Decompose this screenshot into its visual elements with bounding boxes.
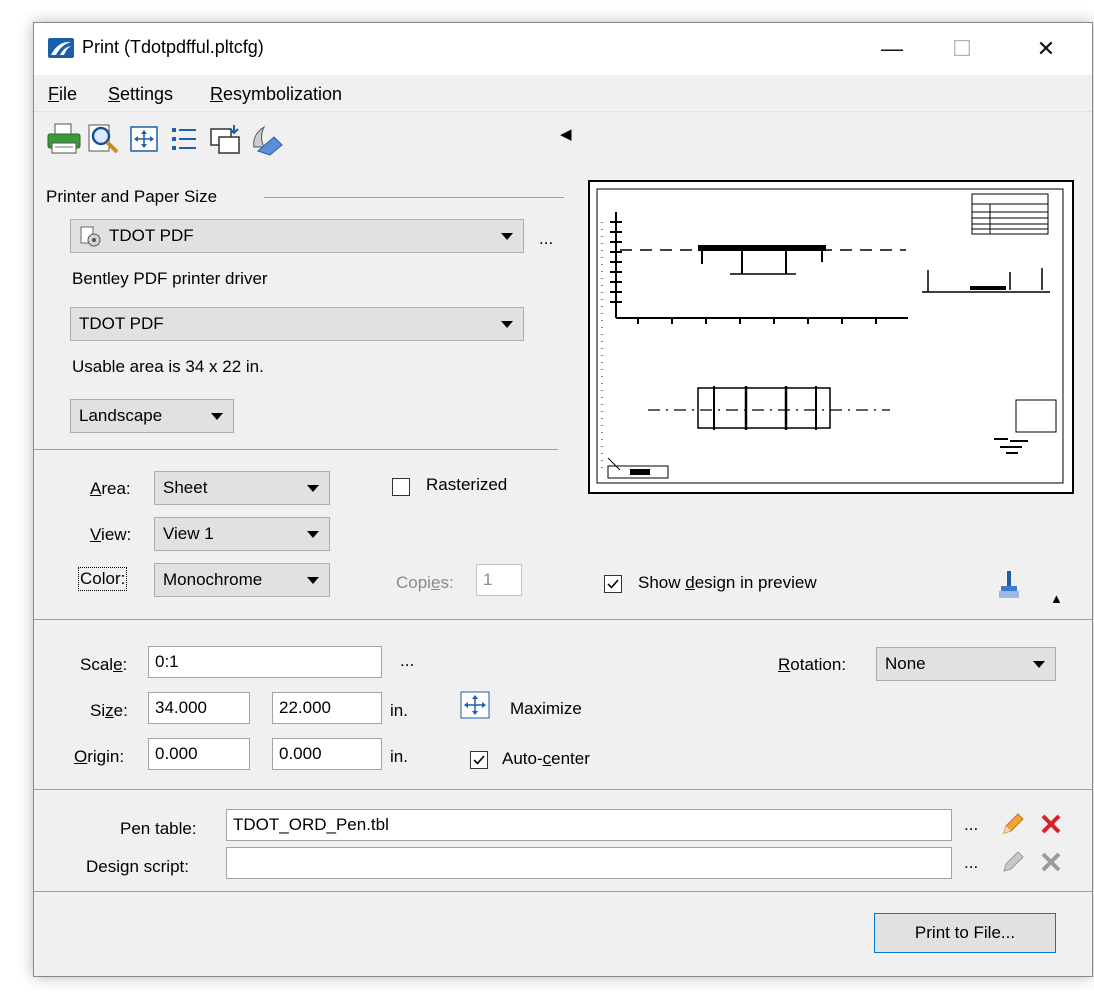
auto-center-checkbox[interactable]	[470, 751, 488, 769]
paper-size-select[interactable]: TDOT PDF	[70, 307, 524, 341]
scale-label: Scale:	[80, 655, 128, 674]
print-dialog: Print (Tdotpdfful.pltcfg) — ☐ ✕ File Set…	[33, 22, 1093, 977]
maximize-button: ☐	[934, 29, 990, 69]
menu-settings[interactable]: Settings	[108, 84, 173, 105]
design-script-more-button[interactable]: ...	[964, 853, 978, 873]
minimize-icon: —	[881, 36, 903, 61]
brush-icon[interactable]	[996, 569, 1022, 601]
rotation-value: None	[885, 654, 926, 673]
origin-label: Origin:	[74, 747, 125, 766]
color-label: Color:	[77, 567, 128, 591]
delete-icon[interactable]	[1040, 813, 1062, 835]
chevron-down-icon	[307, 531, 319, 538]
auto-center-label: Auto-center	[502, 749, 590, 768]
checkmark-icon	[473, 755, 485, 765]
divider-pen-actions	[34, 891, 1092, 892]
printer-more-button[interactable]: ...	[539, 229, 553, 249]
origin-x-input[interactable]: 0.000	[148, 738, 250, 770]
chevron-down-icon	[501, 321, 513, 328]
print-preview	[588, 180, 1074, 494]
collapse-up-icon[interactable]: ▲	[1050, 591, 1063, 606]
divider-scale-pen	[34, 789, 1092, 790]
preview-magnifier-icon[interactable]	[86, 121, 122, 157]
origin-y-input[interactable]: 0.000	[272, 738, 382, 770]
maximize-icon: ☐	[952, 36, 972, 61]
scale-more-button[interactable]: ...	[400, 651, 414, 671]
printer-select-icon	[80, 226, 101, 247]
sheet-preview-drawing	[596, 188, 1064, 484]
toolbar: ◀	[34, 113, 1092, 163]
usable-area-text: Usable area is 34 x 22 in.	[72, 357, 264, 376]
maximize-icon[interactable]	[460, 691, 490, 719]
menu-file[interactable]: File	[48, 84, 77, 105]
title-bar: Print (Tdotpdfful.pltcfg) — ☐ ✕	[34, 23, 1092, 75]
size-height-input[interactable]: 22.000	[272, 692, 382, 724]
rotation-select[interactable]: None	[876, 647, 1056, 681]
area-label: Area:	[90, 479, 131, 498]
list-icon[interactable]	[166, 121, 202, 157]
printer-section-divider	[264, 197, 564, 198]
close-button[interactable]: ✕	[1018, 29, 1074, 69]
view-value: View 1	[163, 524, 214, 543]
scale-input[interactable]: 0:1	[148, 646, 382, 678]
pen-table-more-button[interactable]: ...	[964, 815, 978, 835]
chevron-down-icon	[307, 577, 319, 584]
edit-pencil-disabled-icon	[1003, 851, 1024, 872]
color-select[interactable]: Monochrome	[154, 563, 330, 597]
microstation-app-icon	[48, 38, 74, 58]
chevron-down-icon	[501, 233, 513, 240]
area-value: Sheet	[163, 478, 208, 497]
minimize-button[interactable]: —	[864, 29, 920, 69]
printer-icon[interactable]	[46, 121, 82, 157]
color-value: Monochrome	[163, 570, 263, 589]
divider-printer-area	[34, 449, 558, 450]
delete-disabled-icon	[1041, 852, 1061, 872]
collapse-toolbar-icon[interactable]: ◀	[560, 125, 572, 143]
show-design-label: Show design in preview	[638, 573, 817, 592]
design-script-input[interactable]	[226, 847, 952, 879]
size-width-input[interactable]: 34.000	[148, 692, 250, 724]
printer-select[interactable]: TDOT PDF	[70, 219, 524, 253]
view-label: View:	[90, 525, 132, 544]
rasterized-label: Rasterized	[426, 475, 508, 494]
window-title: Print (Tdotpdfful.pltcfg)	[82, 37, 264, 57]
printer-driver-text: Bentley PDF printer driver	[72, 269, 268, 288]
checkmark-icon	[607, 579, 619, 589]
menu-resymbolization[interactable]: Resymbolization	[210, 84, 342, 105]
origin-unit: in.	[390, 747, 408, 766]
rasterized-checkbox[interactable]	[392, 478, 410, 496]
design-script-label: Design script:	[86, 857, 189, 876]
pen-table-input[interactable]: TDOT_ORD_Pen.tbl	[226, 809, 952, 841]
chevron-down-icon	[211, 413, 223, 420]
rotation-label: Rotation:	[778, 655, 847, 674]
orientation-value: Landscape	[79, 406, 163, 425]
copy-to-window-icon[interactable]	[208, 121, 244, 157]
eraser-icon[interactable]	[248, 121, 284, 157]
copies-label: Copies:	[396, 573, 454, 592]
printer-name: TDOT PDF	[109, 226, 194, 245]
paper-size-value: TDOT PDF	[79, 314, 164, 333]
view-select[interactable]: View 1	[154, 517, 330, 551]
orientation-select[interactable]: Landscape	[70, 399, 234, 433]
size-unit: in.	[390, 701, 408, 720]
printer-section-label: Printer and Paper Size	[46, 187, 218, 206]
close-icon: ✕	[1036, 36, 1056, 61]
pen-table-label: Pen table:	[120, 819, 197, 838]
copies-field: 1	[476, 564, 522, 596]
maximize-label[interactable]: Maximize	[510, 699, 582, 719]
size-label: Size:	[90, 701, 128, 720]
area-select[interactable]: Sheet	[154, 471, 330, 505]
edit-pencil-icon[interactable]	[1000, 811, 1026, 837]
chevron-down-icon	[1033, 661, 1045, 668]
print-to-file-button[interactable]: Print to File...	[874, 913, 1056, 953]
menu-bar: File Settings Resymbolization	[34, 75, 1092, 112]
show-design-checkbox[interactable]	[604, 575, 622, 593]
chevron-down-icon	[307, 485, 319, 492]
maximize-area-icon[interactable]	[126, 121, 162, 157]
divider-area-scale	[34, 619, 1092, 620]
